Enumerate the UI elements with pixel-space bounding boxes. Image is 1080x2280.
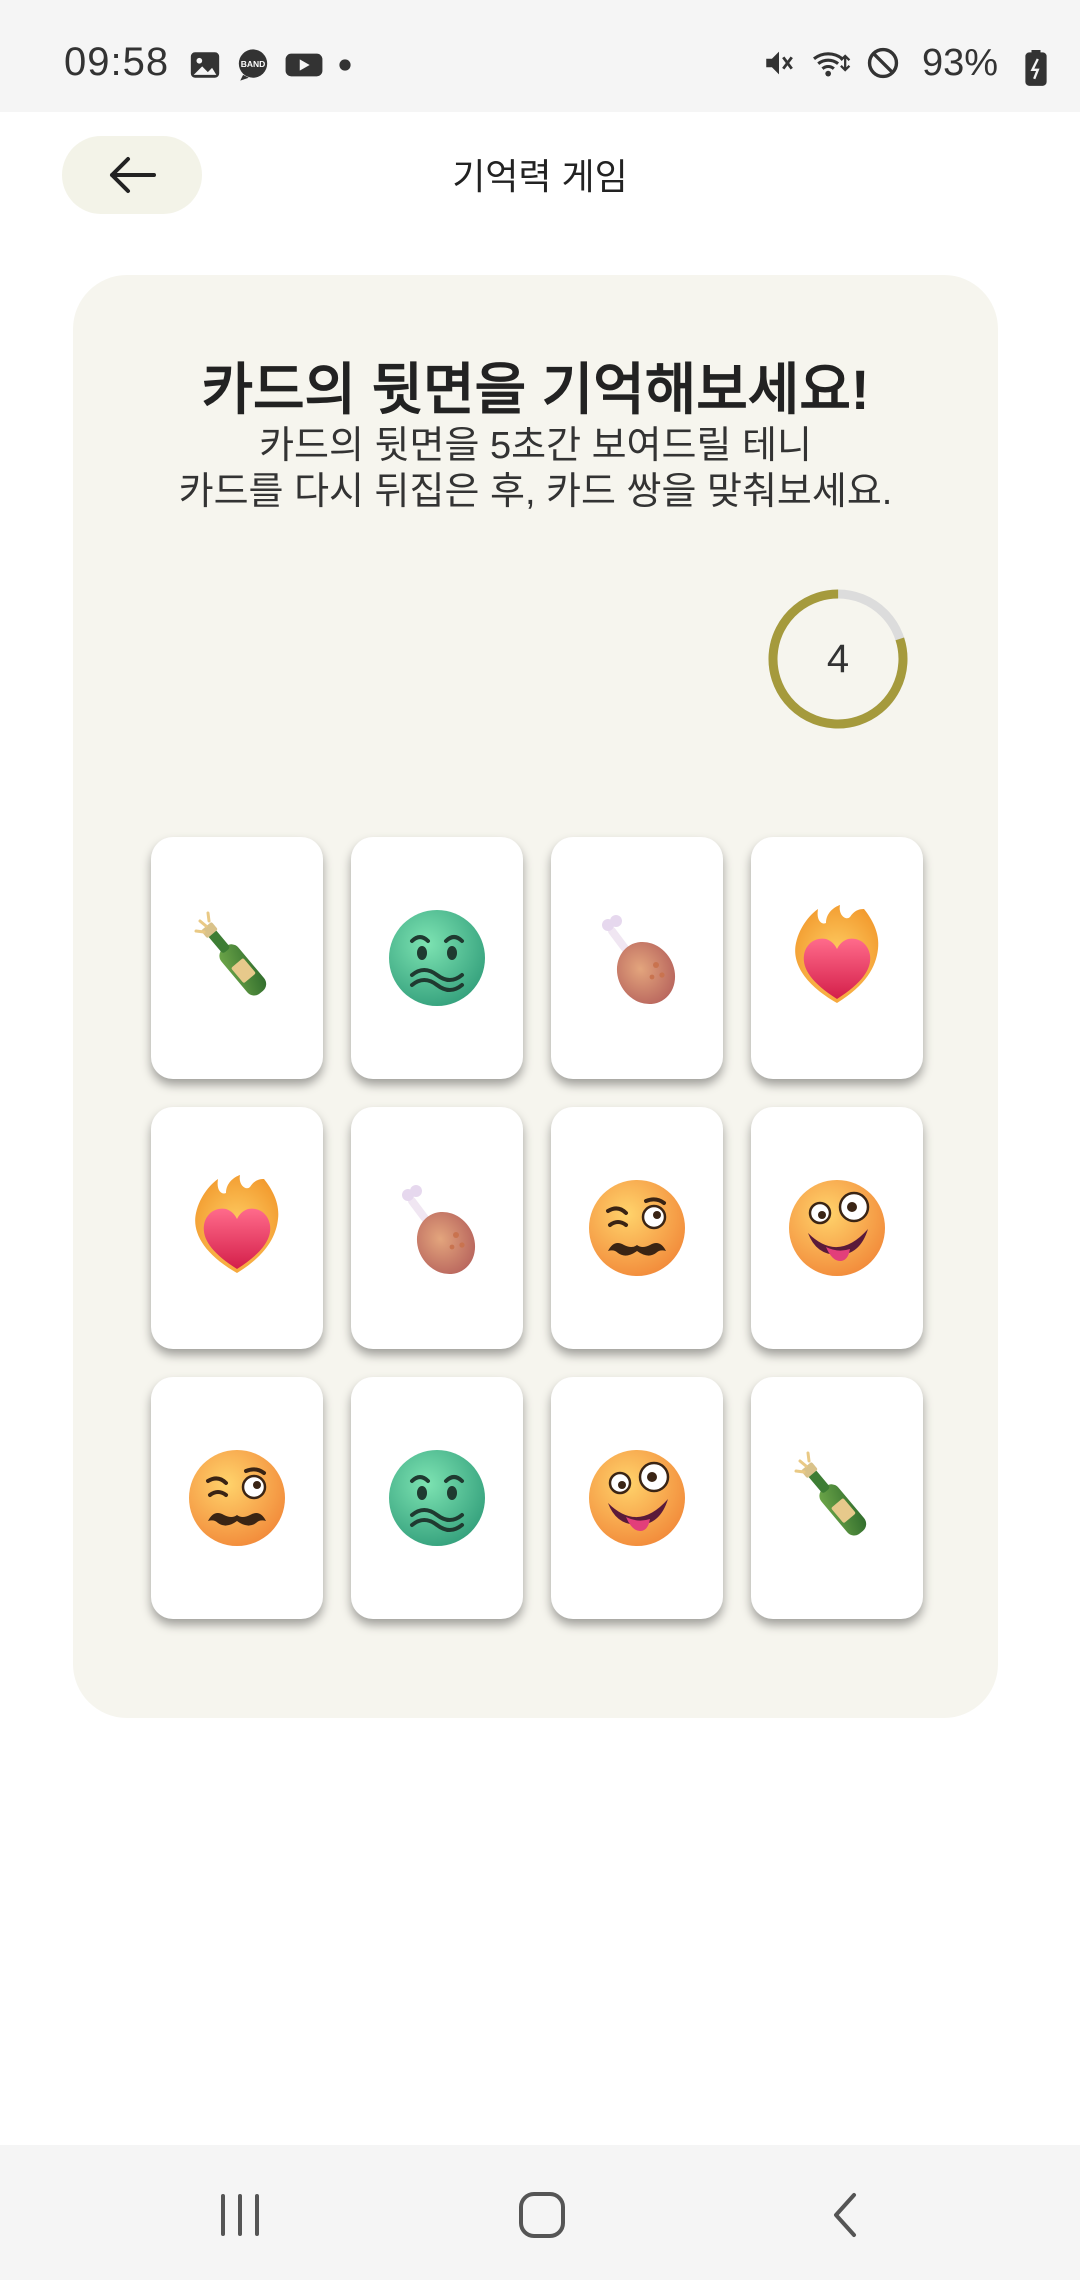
memory-card[interactable] — [551, 837, 723, 1079]
instruction-description: 카드의 뒷면을 5초간 보여드릴 테니 카드를 다시 뒤집은 후, 카드 쌍을 … — [73, 423, 998, 515]
champagne-icon — [194, 911, 267, 996]
memory-card[interactable] — [351, 1107, 523, 1349]
svg-text:BAND: BAND — [241, 59, 266, 69]
dot-icon — [339, 59, 351, 71]
heart-on-fire-icon — [195, 1175, 279, 1273]
card-grid — [151, 837, 923, 1619]
chicken-leg-icon — [402, 1185, 476, 1275]
memory-card[interactable] — [151, 1377, 323, 1619]
app-header: 기억력 게임 — [0, 112, 1080, 232]
countdown-number: 4 — [826, 636, 850, 681]
memory-card[interactable] — [351, 1377, 523, 1619]
band-icon: BAND — [238, 49, 268, 81]
countdown-timer: 4 — [766, 587, 910, 731]
woozy-mustache-face-icon — [189, 1450, 285, 1546]
status-icons-left: BAND — [188, 48, 352, 82]
zany-face-icon — [789, 1180, 885, 1276]
gallery-icon — [190, 52, 220, 78]
battery-text: 93% — [921, 42, 998, 84]
memory-card[interactable] — [151, 837, 323, 1079]
instruction-line-2: 카드를 다시 뒤집은 후, 카드 쌍을 맞춰보세요. — [178, 471, 893, 513]
home-icon — [519, 2192, 565, 2238]
champagne-icon — [794, 1451, 867, 1536]
home-button[interactable] — [482, 2175, 602, 2255]
heart-on-fire-icon — [795, 905, 879, 1003]
system-nav-bar — [0, 2145, 1080, 2280]
memory-card[interactable] — [351, 837, 523, 1079]
game-panel: 카드의 뒷면을 기억해보세요! 카드의 뒷면을 5초간 보여드릴 테니 카드를 … — [73, 275, 998, 1718]
memory-card[interactable] — [751, 837, 923, 1079]
memory-card[interactable] — [151, 1107, 323, 1349]
system-back-button[interactable] — [786, 2175, 906, 2255]
youtube-icon — [285, 53, 323, 77]
nauseated-face-icon — [389, 1450, 485, 1546]
battery-icon — [1025, 50, 1047, 86]
chicken-leg-icon — [602, 915, 676, 1005]
wifi-icon — [813, 52, 851, 77]
memory-card[interactable] — [551, 1107, 723, 1349]
status-bar: 09:58 BAND 93% — [0, 0, 1080, 112]
recent-apps-button[interactable] — [180, 2175, 300, 2255]
page-title: 기억력 게임 — [452, 156, 628, 197]
mute-icon — [766, 51, 793, 75]
no-disturb-icon — [867, 47, 899, 79]
zany-face-icon — [589, 1450, 685, 1546]
instruction-line-1: 카드의 뒷면을 5초간 보여드릴 테니 — [259, 425, 812, 467]
woozy-mustache-face-icon — [589, 1180, 685, 1276]
recent-apps-icon — [221, 2194, 259, 2236]
nauseated-face-icon — [389, 910, 485, 1006]
back-icon — [834, 2193, 856, 2237]
memory-card[interactable] — [751, 1377, 923, 1619]
status-time: 09:58 — [64, 40, 170, 84]
status-icons-right — [762, 46, 900, 80]
memory-card[interactable] — [551, 1377, 723, 1619]
instruction-title: 카드의 뒷면을 기억해보세요! — [201, 358, 870, 421]
memory-card[interactable] — [751, 1107, 923, 1349]
